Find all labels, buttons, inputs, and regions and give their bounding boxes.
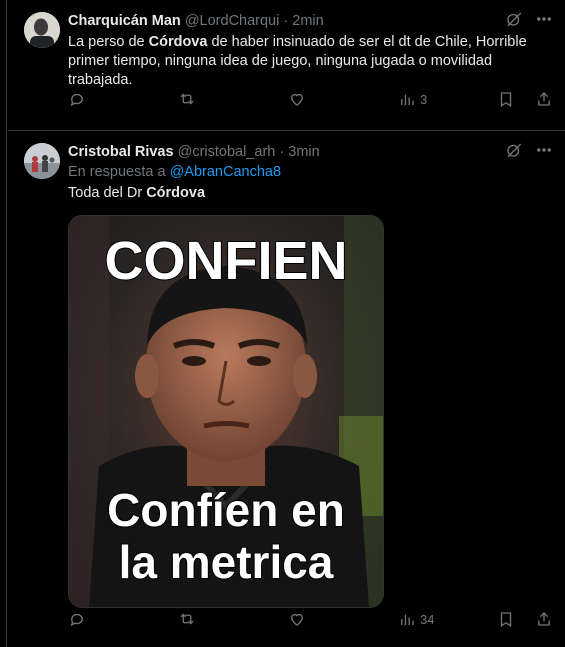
timeline-border (0, 0, 7, 647)
retweet-button[interactable] (178, 610, 196, 628)
meme-bottom-line-2: la metrica (119, 536, 334, 588)
author-handle[interactable]: @LordCharqui (185, 13, 280, 29)
tweet-1[interactable]: Charquicán Man @LordCharqui · 2min La pe… (8, 0, 565, 131)
bookmark-button[interactable] (497, 90, 515, 108)
timestamp[interactable]: 3min (288, 144, 319, 160)
bookmark-icon (500, 612, 512, 628)
tweet-text: Toda del Dr Córdova (68, 184, 551, 203)
tweet-header-icons (505, 10, 553, 33)
reply-to-link[interactable]: @AbranCancha8 (170, 164, 281, 180)
like-button[interactable] (288, 90, 306, 108)
reply-button[interactable] (68, 610, 86, 628)
views-icon (401, 614, 414, 625)
bookmark-button[interactable] (497, 610, 515, 628)
author-name[interactable]: Charquicán Man (68, 13, 181, 29)
tweet-2[interactable]: Cristobal Rivas @cristobal_arh · 3min En… (8, 131, 565, 647)
share-icon (538, 612, 550, 626)
like-button[interactable] (288, 610, 306, 628)
author-name[interactable]: Cristobal Rivas (68, 144, 174, 160)
meme-bottom-line-1: Confíen en (107, 484, 345, 536)
views-count: 3 (420, 91, 428, 107)
bookmark-icon (500, 92, 512, 108)
share-button[interactable] (535, 610, 553, 628)
timestamp[interactable]: 2min (292, 13, 323, 29)
tweet-header: Charquicán Man @LordCharqui · 2min (68, 13, 505, 29)
separator: · (279, 144, 285, 160)
author-handle[interactable]: @cristobal_arh (178, 144, 276, 160)
avatar[interactable] (24, 12, 60, 48)
meme-image[interactable]: CONFIEN Confíen en la metrica (68, 215, 384, 608)
views-count: 34 (420, 611, 435, 627)
tweet-header-icons (505, 141, 553, 164)
separator: · (283, 13, 289, 29)
like-icon (291, 93, 303, 106)
views-icon (401, 94, 414, 105)
more-icon[interactable] (535, 141, 553, 164)
avatar[interactable] (24, 143, 60, 179)
tweet-text-part: La perso de (68, 34, 149, 50)
reply-prefix: En respuesta a (68, 164, 170, 180)
retweet-button[interactable] (178, 90, 196, 108)
views-button[interactable]: 34 (398, 610, 434, 628)
share-icon (538, 92, 550, 106)
tweet-text-bold: Córdova (146, 185, 206, 201)
share-button[interactable] (535, 90, 553, 108)
tweet-text-part: Toda del Dr (68, 185, 147, 201)
views-button[interactable]: 3 (398, 90, 427, 108)
like-icon (291, 613, 303, 626)
tweet-header: Cristobal Rivas @cristobal_arh · 3min (68, 144, 505, 160)
reply-icon (70, 93, 83, 107)
reply-context: En respuesta a @AbranCancha8 (68, 164, 281, 180)
reply-icon (70, 613, 83, 627)
grok-icon[interactable] (505, 10, 523, 33)
tweet-text-bold: Córdova (148, 34, 208, 50)
grok-icon[interactable] (505, 141, 523, 164)
meme-top-text: CONFIEN (105, 231, 348, 291)
tweet-text: La perso de Córdova de haber insinuado d… (68, 33, 551, 90)
retweet-icon (180, 613, 194, 625)
more-icon[interactable] (535, 10, 553, 33)
reply-button[interactable] (68, 90, 86, 108)
retweet-icon (180, 93, 194, 105)
